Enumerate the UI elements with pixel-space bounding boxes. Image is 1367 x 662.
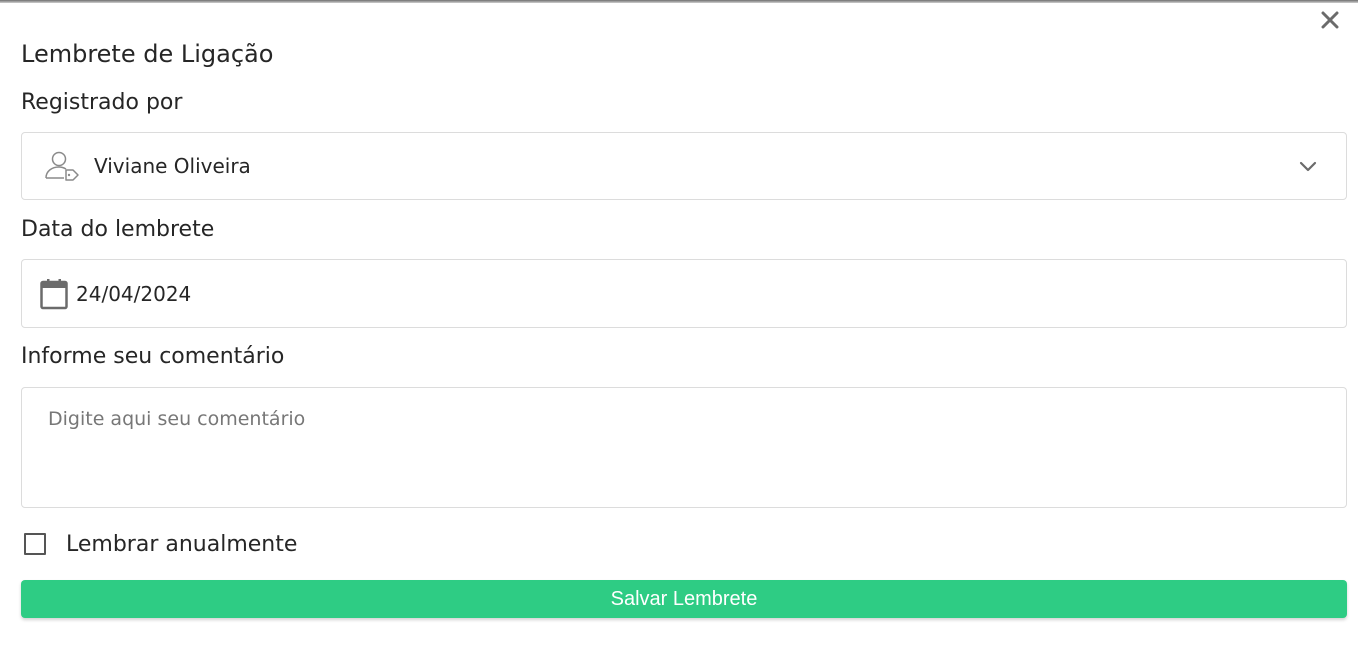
- reminder-date-label: Data do lembrete: [21, 217, 215, 242]
- reminder-date-value: 24/04/2024: [76, 281, 192, 306]
- calendar-icon[interactable]: [40, 278, 68, 310]
- comment-textarea[interactable]: [22, 388, 1346, 507]
- yearly-reminder-row[interactable]: Lembrar anualmente: [24, 530, 297, 558]
- comment-label: Informe seu comentário: [21, 344, 285, 369]
- save-reminder-button[interactable]: Salvar Lembrete: [21, 580, 1347, 618]
- comment-box: [21, 387, 1347, 508]
- yearly-reminder-label[interactable]: Lembrar anualmente: [66, 532, 297, 557]
- registered-by-select[interactable]: Viviane Oliveira: [21, 132, 1347, 200]
- reminder-date-field[interactable]: 24/04/2024: [21, 259, 1347, 328]
- registered-by-value: Viviane Oliveira: [94, 154, 251, 178]
- close-icon: [1321, 11, 1339, 29]
- reminder-modal: Lembrete de Ligação Registrado por Vivia…: [0, 0, 1367, 662]
- modal-top-edge: [0, 0, 1358, 3]
- user-tag-icon: [44, 150, 80, 182]
- registered-by-label: Registrado por: [21, 90, 183, 115]
- close-button[interactable]: [1318, 8, 1342, 32]
- modal-title: Lembrete de Ligação: [21, 40, 274, 68]
- yearly-reminder-checkbox[interactable]: [24, 533, 46, 555]
- chevron-down-icon: [1299, 161, 1317, 172]
